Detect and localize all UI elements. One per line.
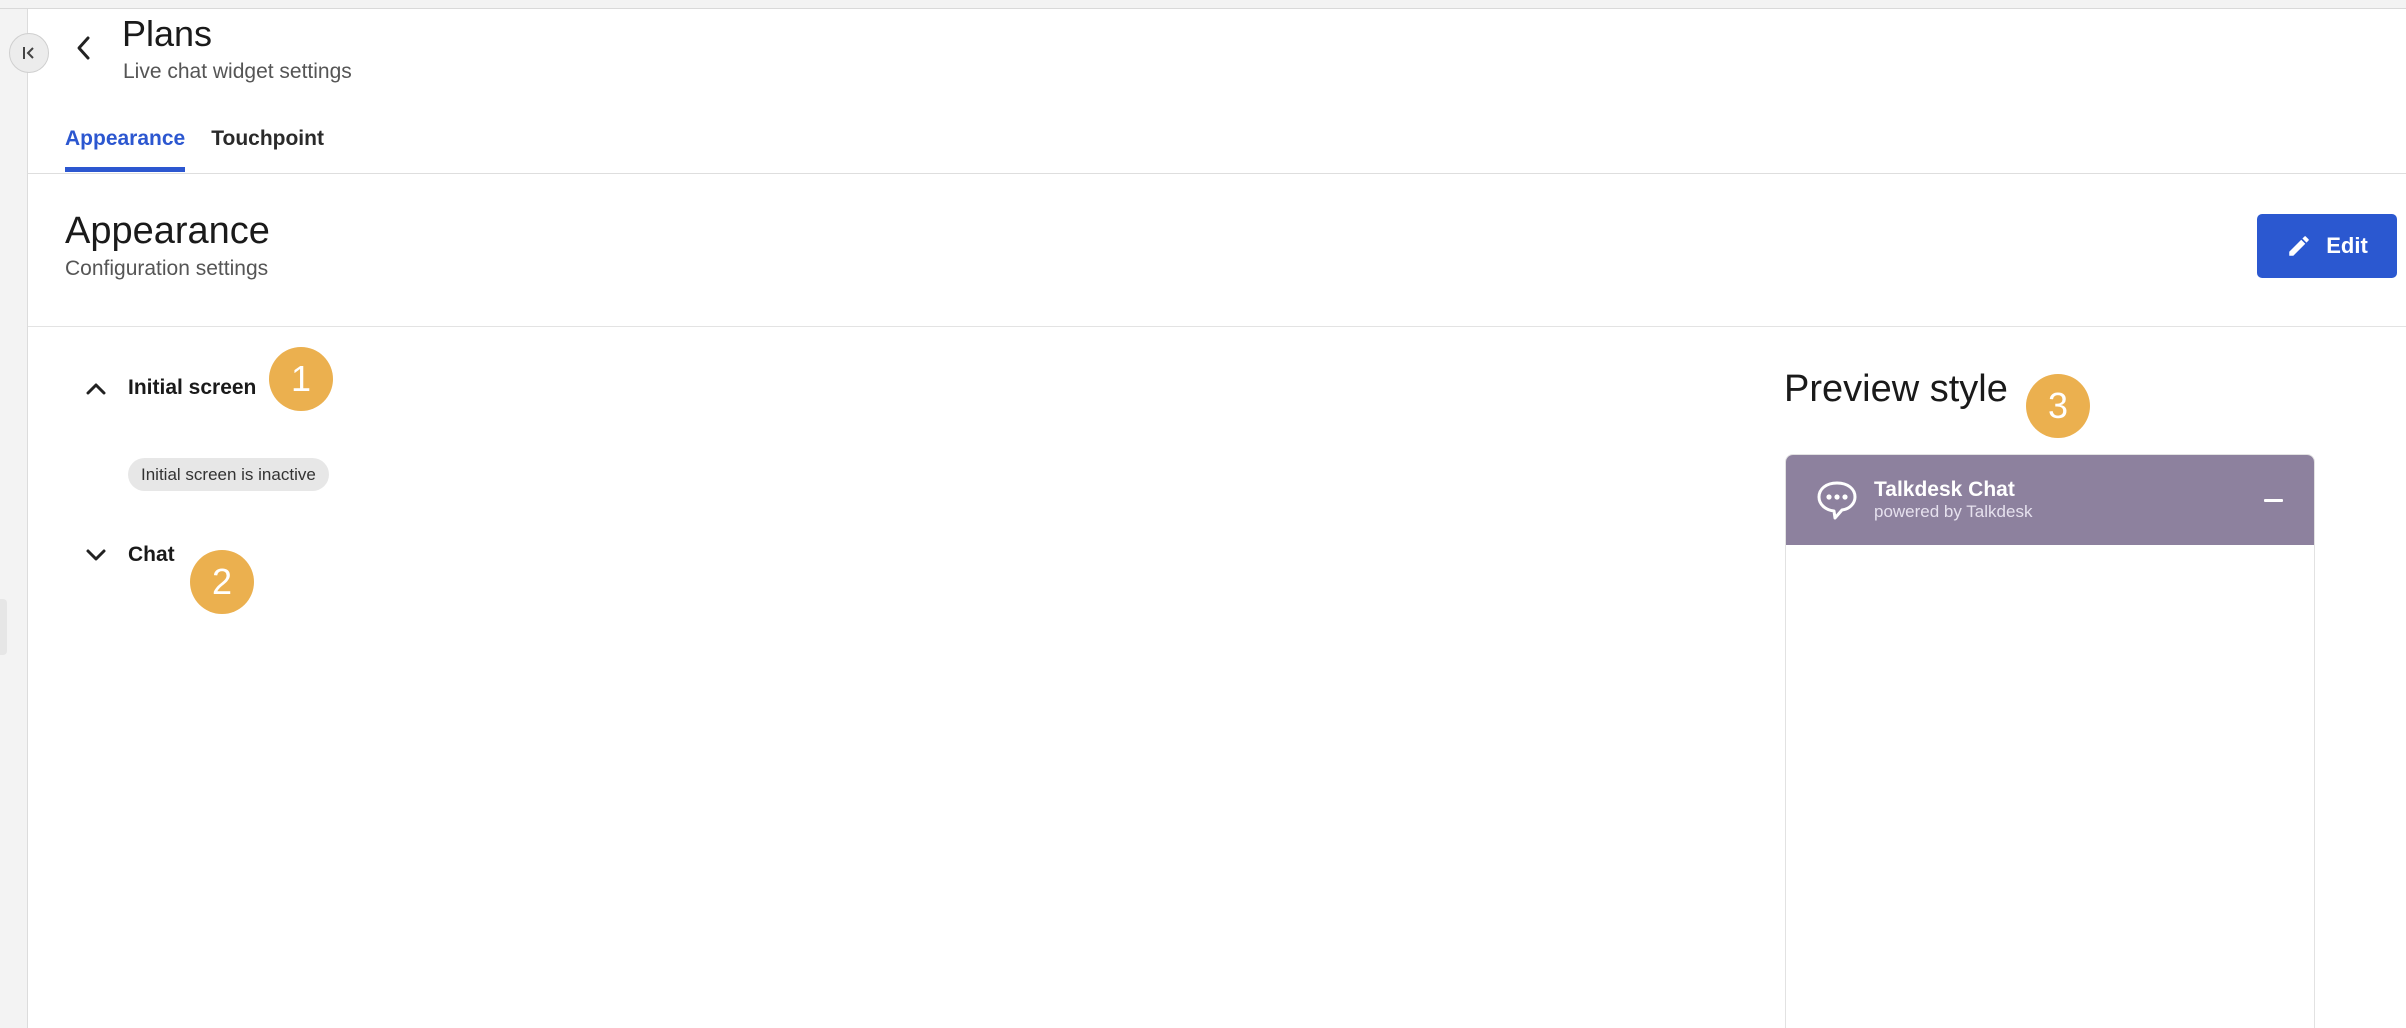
page-title: Plans (122, 13, 213, 54)
powered-by-label: powered by Talkdesk (1874, 502, 2033, 521)
preview-title: Preview style (1784, 368, 2008, 410)
accordion-chat[interactable]: Chat (80, 535, 175, 575)
rail-handle[interactable] (0, 599, 7, 655)
chevron-left-icon (77, 36, 90, 60)
annotation-marker-1: 1 (269, 347, 333, 411)
pencil-icon (2289, 236, 2309, 256)
section-subtitle: Configuration settings (65, 257, 269, 280)
collapse-sidebar-icon (23, 47, 34, 59)
browser-top-strip (0, 0, 2406, 9)
chat-widget-preview: Talkdesk Chat powered by Talkdesk (1785, 454, 2315, 1028)
annotation-marker-2: 2 (190, 550, 254, 614)
divider (28, 326, 2406, 327)
preview-header: Talkdesk Chat powered by Talkdesk (1786, 455, 2314, 545)
annotation-marker-3: 3 (2026, 374, 2090, 438)
chat-bubble-icon (1817, 481, 1857, 520)
widget-name: Talkdesk Chat (1874, 478, 2015, 501)
edit-button-label: Edit (2326, 233, 2368, 258)
status-badge: Initial screen is inactive (128, 458, 329, 491)
accordion-label: Initial screen (128, 376, 257, 399)
tab-appearance[interactable]: Appearance (65, 126, 186, 172)
minimize-icon (2263, 498, 2283, 502)
collapse-sidebar-button[interactable] (9, 33, 49, 73)
section-title: Appearance (65, 210, 270, 252)
back-button[interactable] (68, 28, 100, 68)
left-rail (0, 9, 28, 1028)
tab-touchpoint[interactable]: Touchpoint (211, 126, 324, 172)
divider (28, 173, 2406, 174)
chevron-up-icon (86, 383, 106, 395)
chevron-down-icon (86, 549, 106, 561)
tab-bar: Appearance Touchpoint (65, 126, 350, 172)
edit-button[interactable]: Edit (2257, 214, 2397, 278)
page-subtitle: Live chat widget settings (123, 60, 352, 83)
accordion-initial-screen[interactable]: Initial screen (80, 368, 256, 408)
accordion-label: Chat (128, 543, 175, 566)
minimize-button[interactable] (2258, 489, 2288, 511)
